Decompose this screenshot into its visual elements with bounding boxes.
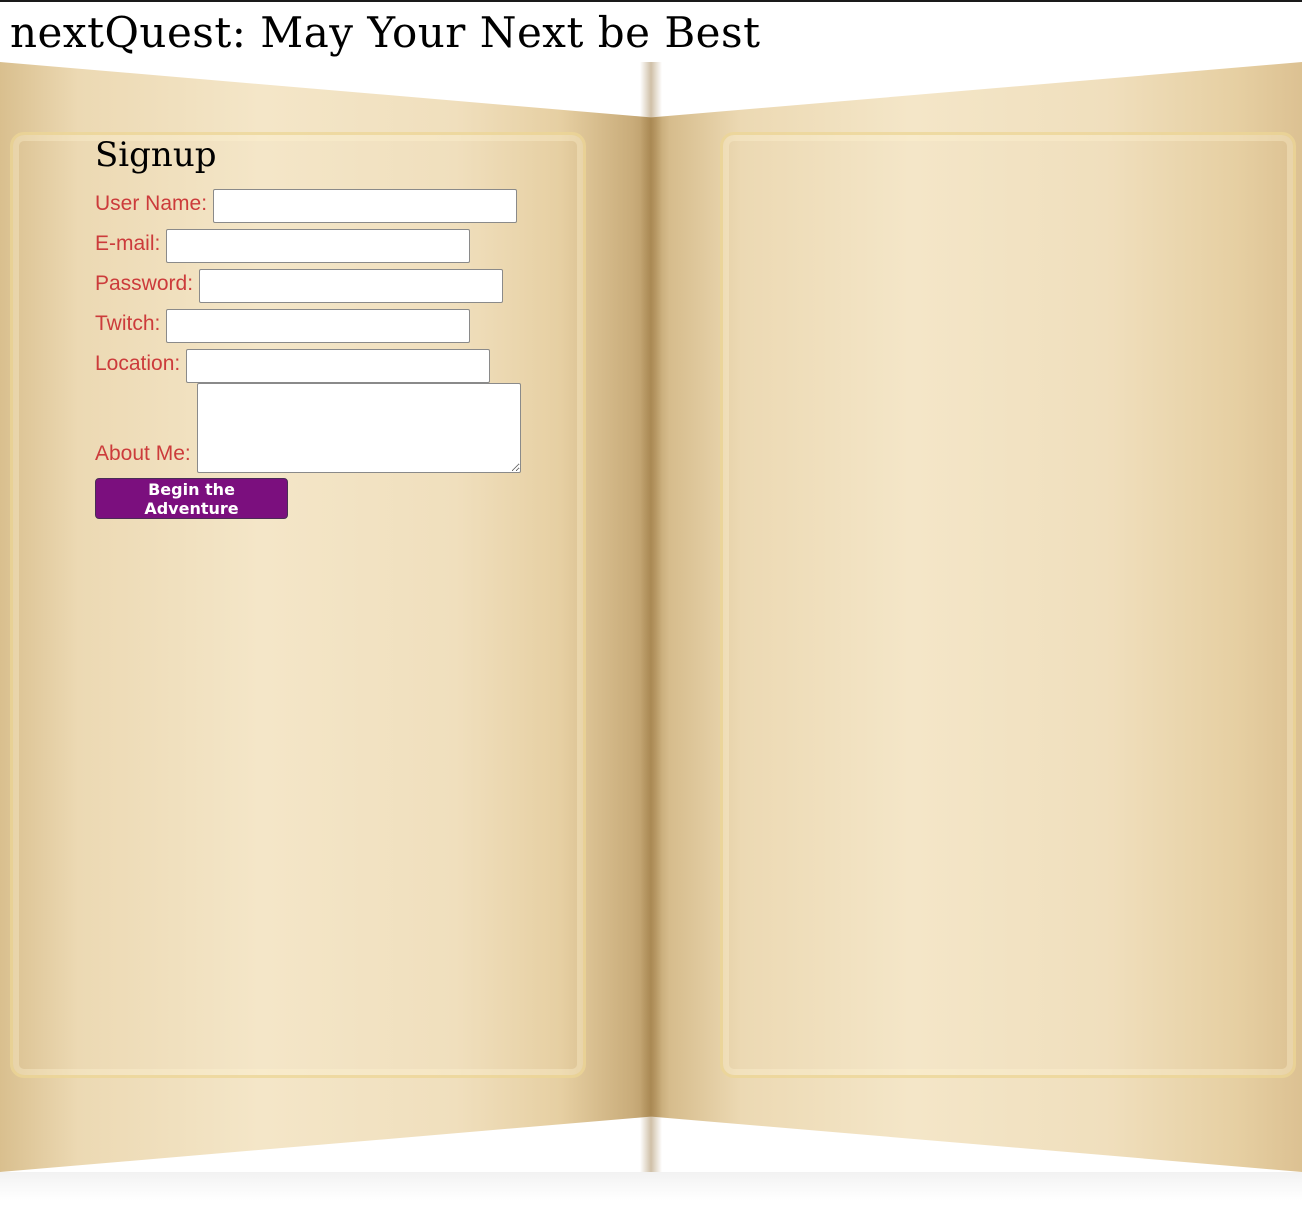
email-row: E-mail: [95, 223, 521, 263]
password-input[interactable] [199, 269, 504, 303]
about-row: About Me: [95, 383, 521, 473]
twitch-input[interactable] [166, 309, 471, 343]
about-textarea[interactable] [196, 383, 521, 473]
site-title: nextQuest: May Your Next be Best [10, 8, 761, 57]
book-right-page [650, 62, 1302, 1172]
signup-heading: Signup [95, 135, 217, 175]
right-page-frame [720, 132, 1296, 1078]
location-input[interactable] [186, 349, 491, 383]
username-input[interactable] [213, 189, 518, 223]
book-spine [640, 62, 662, 1172]
location-row: Location: [95, 343, 521, 383]
twitch-row: Twitch: [95, 303, 521, 343]
email-input[interactable] [166, 229, 471, 263]
twitch-label: Twitch: [95, 312, 161, 335]
password-row: Password: [95, 263, 521, 303]
email-label: E-mail: [95, 232, 161, 255]
about-label: About Me: [95, 442, 191, 465]
signup-form: Signup User Name: E-mail: Password: Twit… [95, 135, 521, 519]
begin-adventure-button[interactable]: Begin the Adventure [95, 478, 288, 519]
top-border [0, 0, 1302, 2]
username-label: User Name: [95, 192, 208, 215]
password-label: Password: [95, 272, 194, 295]
location-label: Location: [95, 352, 181, 375]
book-bottom-shadow [0, 1172, 1302, 1213]
username-row: User Name: [95, 183, 521, 223]
